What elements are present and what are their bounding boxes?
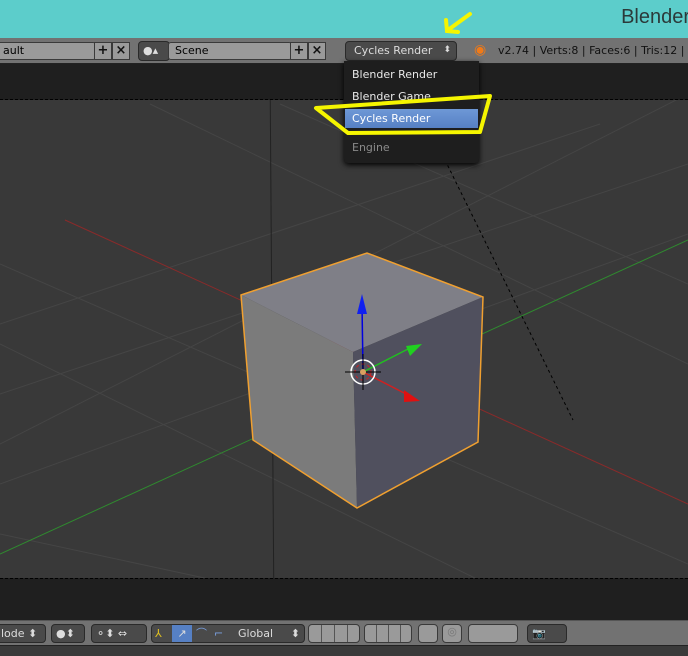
pivot-icon: ⚬⬍ ⇔ xyxy=(96,627,128,640)
viewport-bottom-region xyxy=(0,578,688,620)
render-engine-dropdown[interactable]: Cycles Render ⬍ xyxy=(345,41,457,61)
scene-icon: ●▴ xyxy=(143,44,159,57)
menu-item-cycles-render[interactable]: Cycles Render xyxy=(345,109,478,128)
screen-layout-field[interactable]: ault xyxy=(0,42,96,60)
render-engine-value: Cycles Render xyxy=(354,44,433,57)
lock-layers-icon[interactable] xyxy=(418,624,438,643)
window-title: Blender xyxy=(621,6,688,28)
mode-dropdown[interactable]: lode ⬍ xyxy=(0,624,46,643)
viewport-header: lode ⬍ ●⬍ ⚬⬍ ⇔ ⅄ ↗ ⌒ ⌐ Global ⬍ ◎ 📷 xyxy=(0,620,688,645)
scene-selector-button[interactable]: ●▴ xyxy=(138,41,170,61)
menu-title: Engine xyxy=(352,141,390,154)
solid-sphere-icon: ●⬍ xyxy=(56,627,75,640)
scene-stats: v2.74 | Verts:8 | Faces:6 | Tris:12 | Ob xyxy=(498,44,688,57)
delete-layout-button[interactable]: × xyxy=(112,42,130,60)
scale-icon[interactable]: ⌐ xyxy=(214,625,223,642)
add-scene-button[interactable]: + xyxy=(290,42,308,60)
snap-toggle-icon[interactable] xyxy=(468,624,518,643)
orientation-dropdown[interactable]: Global xyxy=(238,625,273,642)
add-layout-button[interactable]: + xyxy=(94,42,112,60)
delete-scene-button[interactable]: × xyxy=(308,42,326,60)
window-titlebar: Blender xyxy=(0,0,688,38)
camera-render-icon: 📷 xyxy=(532,627,546,640)
shading-dropdown[interactable]: ●⬍ xyxy=(51,624,85,643)
updown-arrow-icon: ⬍ xyxy=(290,627,300,640)
blender-logo-icon: ◉ xyxy=(474,42,487,58)
layers-grid-1[interactable] xyxy=(308,624,360,643)
rotate-icon[interactable]: ⌒ xyxy=(196,625,207,642)
manipulator-toggle-icon[interactable]: ⅄ xyxy=(155,625,162,642)
layers-grid-2[interactable] xyxy=(364,624,412,643)
translate-icon[interactable]: ↗ xyxy=(172,625,192,642)
pivot-dropdown[interactable]: ⚬⬍ ⇔ xyxy=(91,624,147,643)
render-engine-menu: Blender Render Blender Game Cycles Rende… xyxy=(344,61,479,163)
render-buttons[interactable]: 📷 xyxy=(527,624,567,643)
manipulator-group: ⅄ ↗ ⌒ ⌐ Global ⬍ xyxy=(151,624,305,643)
scene-field[interactable]: Scene xyxy=(168,42,292,60)
menu-item-blender-render[interactable]: Blender Render xyxy=(345,65,478,84)
cube-object[interactable] xyxy=(240,252,484,509)
updown-arrow-icon: ⬍ xyxy=(443,45,451,55)
menu-item-blender-game[interactable]: Blender Game xyxy=(345,87,478,106)
mode-value: lode xyxy=(1,627,25,640)
proportional-edit-icon[interactable]: ◎ xyxy=(442,624,462,643)
timeline-strip xyxy=(0,645,688,656)
